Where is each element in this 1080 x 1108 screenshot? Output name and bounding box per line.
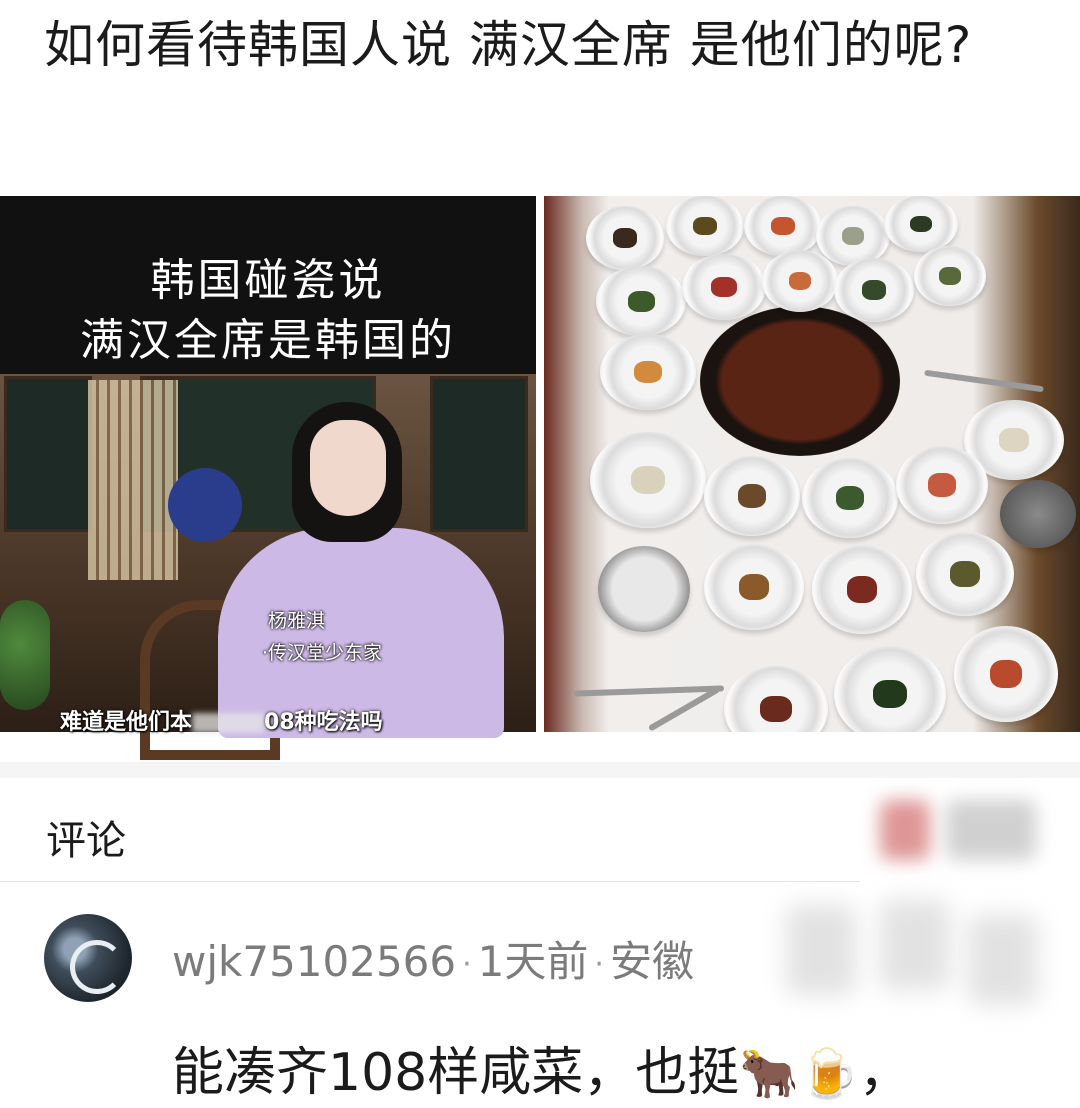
dish	[596, 266, 686, 336]
metal-bowl	[598, 546, 690, 632]
caption-line-2: 满汉全席是韩国的	[80, 315, 456, 366]
presenter-face	[310, 420, 386, 516]
presenter-title: ·传汉堂少东家	[262, 642, 383, 664]
presenter-name: 杨雅淇	[268, 610, 326, 632]
beer-emoji-icon: 🍺	[799, 1046, 859, 1102]
dish	[666, 196, 744, 256]
post-title: 如何看待韩国人说 满汉全席 是他们的呢?	[44, 16, 973, 74]
calligraphy-panel-right	[430, 376, 528, 532]
dish	[586, 206, 664, 270]
video-subtitle: 难道是他们本 08种吃法吗	[60, 704, 383, 736]
comment-trailing-punct: ，	[858, 1043, 911, 1103]
dishes-photo[interactable]	[544, 196, 1080, 732]
dish	[704, 456, 800, 536]
comment-meta: wjk75102566 · 1天前 · 安徽	[172, 928, 694, 989]
soup-bowl	[590, 432, 706, 528]
comment-location: 安徽	[609, 937, 694, 986]
potted-plant	[0, 600, 50, 710]
meta-dot: ·	[594, 947, 604, 982]
dish	[682, 254, 766, 320]
blurred-action[interactable]	[880, 900, 950, 990]
avatar[interactable]	[44, 914, 132, 1002]
dish	[704, 544, 804, 630]
meta-dot: ·	[462, 947, 472, 982]
dish	[600, 334, 696, 410]
blurred-region	[192, 713, 265, 733]
blurred-action[interactable]	[786, 905, 856, 995]
dish	[744, 196, 822, 256]
dish	[954, 626, 1058, 722]
comment-body: 能凑齐108样咸菜，也挺	[172, 1043, 740, 1103]
blurred-sort-control[interactable]	[946, 800, 1036, 860]
calligraphy-panel-left	[4, 376, 92, 532]
dish	[916, 532, 1014, 616]
blurred-sort-icon[interactable]	[880, 800, 930, 860]
dish	[816, 206, 890, 266]
dish	[896, 446, 988, 524]
subtitle-suffix: 08种吃法吗	[264, 710, 383, 735]
comment-username[interactable]: wjk75102566	[172, 937, 456, 986]
dish	[834, 646, 946, 732]
metal-bowl	[1000, 480, 1076, 548]
dish	[884, 196, 958, 252]
header-divider	[0, 881, 860, 882]
dish	[802, 458, 898, 538]
dish	[812, 544, 912, 634]
section-separator	[0, 762, 1080, 778]
ox-emoji-icon: 🐂	[739, 1046, 800, 1102]
avatar-image	[70, 940, 124, 994]
subtitle-prefix: 难道是他们本	[60, 710, 193, 735]
comment-text: 能凑齐108样咸菜，也挺🐂🍺，	[172, 1030, 911, 1105]
dish	[724, 666, 828, 732]
comments-section-title: 评论	[46, 818, 126, 864]
hot-plate-dish	[700, 306, 900, 456]
fan-decoration	[168, 468, 242, 542]
blurred-action[interactable]	[968, 915, 1038, 1005]
caption-line-1: 韩国碰瓷说	[150, 255, 386, 306]
comment-time: 1天前	[477, 937, 589, 986]
dish	[834, 258, 914, 322]
spoon	[924, 369, 1044, 393]
lattice-window	[88, 380, 178, 580]
dish	[914, 246, 986, 306]
dish	[762, 250, 838, 312]
